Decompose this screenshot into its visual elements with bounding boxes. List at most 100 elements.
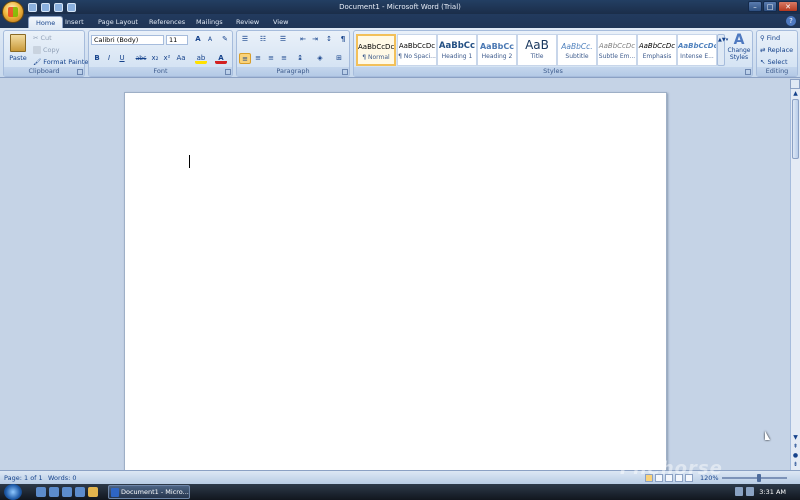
zoom-slider-knob[interactable] bbox=[757, 474, 762, 482]
highlight-icon[interactable]: ab bbox=[195, 53, 207, 64]
clipboard-launcher-icon[interactable] bbox=[77, 69, 83, 75]
borders-icon[interactable]: ⊞ bbox=[333, 53, 345, 64]
copy-button[interactable]: Copy bbox=[33, 46, 60, 54]
maximize-button[interactable]: □ bbox=[763, 1, 777, 12]
align-right-icon[interactable]: ≡ bbox=[265, 53, 277, 64]
office-logo-icon bbox=[8, 7, 18, 17]
align-center-icon[interactable]: ≡ bbox=[252, 53, 264, 64]
style-heading-2[interactable]: AaBbCc Heading 2 bbox=[477, 34, 517, 66]
previous-page-icon[interactable]: ⇞ bbox=[791, 442, 800, 451]
minimize-button[interactable]: – bbox=[748, 1, 762, 12]
change-styles-button[interactable]: A Change Styles bbox=[727, 33, 751, 61]
grow-font-icon[interactable]: A bbox=[192, 34, 204, 45]
shading-icon[interactable]: ◈ bbox=[314, 53, 326, 64]
paste-label: Paste bbox=[9, 54, 27, 62]
font-size-combo[interactable]: 11 bbox=[166, 35, 188, 45]
style-subtle-emphasis[interactable]: AaBbCcDc Subtle Em... bbox=[597, 34, 637, 66]
style-intense-emphasis[interactable]: AaBbCcDc Intense E... bbox=[677, 34, 717, 66]
tab-mailings[interactable]: Mailings bbox=[189, 16, 230, 28]
show-marks-icon[interactable]: ¶ bbox=[337, 34, 349, 45]
font-launcher-icon[interactable] bbox=[225, 69, 231, 75]
shrink-font-icon[interactable]: A bbox=[204, 34, 216, 45]
select-button[interactable]: ↖ Select bbox=[760, 58, 788, 66]
start-button[interactable] bbox=[4, 484, 22, 500]
decrease-indent-icon[interactable]: ⇤ bbox=[297, 34, 309, 45]
volume-icon[interactable] bbox=[746, 487, 754, 496]
style-sample: AaBbCcDc bbox=[598, 42, 636, 50]
tab-view[interactable]: View bbox=[266, 16, 295, 28]
paste-button[interactable]: Paste bbox=[7, 34, 29, 62]
close-button[interactable]: ✕ bbox=[778, 1, 798, 12]
increase-indent-icon[interactable]: ⇥ bbox=[309, 34, 321, 45]
styles-launcher-icon[interactable] bbox=[745, 69, 751, 75]
bold-button[interactable]: B bbox=[91, 53, 103, 64]
format-painter-button[interactable]: 🖌 Format Painter bbox=[33, 58, 91, 66]
media-player-icon[interactable] bbox=[75, 487, 85, 497]
multilevel-list-icon[interactable]: ☰ bbox=[277, 34, 289, 45]
tab-insert[interactable]: Insert bbox=[58, 16, 91, 28]
subscript-button[interactable]: x₂ bbox=[149, 53, 161, 64]
show-desktop-icon[interactable] bbox=[36, 487, 46, 497]
style-emphasis[interactable]: AaBbCcDc Emphasis bbox=[637, 34, 677, 66]
align-left-icon[interactable]: ≡ bbox=[239, 53, 251, 64]
binoculars-icon: ⚲ bbox=[760, 34, 765, 42]
vertical-scrollbar[interactable]: ▲ ▼ ⇞ ● ⇟ bbox=[790, 89, 800, 470]
select-icon: ↖ bbox=[760, 58, 766, 66]
style-name: ¶ Normal bbox=[362, 54, 390, 61]
folder-icon[interactable] bbox=[88, 487, 98, 497]
word-count[interactable]: Words: 0 bbox=[48, 474, 77, 482]
office-button[interactable] bbox=[2, 1, 24, 23]
style-name: Title bbox=[530, 53, 544, 60]
change-case-button[interactable]: Aa bbox=[175, 53, 187, 64]
document-page[interactable] bbox=[124, 92, 667, 472]
underline-button[interactable]: U bbox=[116, 53, 128, 64]
superscript-button[interactable]: x² bbox=[161, 53, 173, 64]
tab-references[interactable]: References bbox=[142, 16, 192, 28]
styles-scroll-icon[interactable]: ▲▼▾ bbox=[717, 34, 728, 66]
style-heading-1[interactable]: AaBbCc Heading 1 bbox=[437, 34, 477, 66]
change-styles-label: Change Styles bbox=[727, 47, 751, 61]
clipboard-group: Paste ✂ Cut Copy 🖌 Format Painter Clipboar… bbox=[3, 30, 91, 77]
browse-object-icon[interactable]: ● bbox=[791, 451, 800, 460]
sort-icon[interactable]: ↕ bbox=[323, 34, 335, 45]
browser-icon[interactable] bbox=[62, 487, 72, 497]
style-title[interactable]: AaB Title bbox=[517, 34, 557, 66]
clock[interactable]: 3:31 AM bbox=[759, 488, 786, 496]
scroll-thumb[interactable] bbox=[792, 99, 799, 159]
scroll-down-icon[interactable]: ▼ bbox=[791, 433, 800, 442]
editing-label: Editing bbox=[757, 67, 797, 76]
style-subtitle[interactable]: AaBbCc. Subtitle bbox=[557, 34, 597, 66]
cut-button[interactable]: ✂ Cut bbox=[33, 34, 52, 42]
replace-button[interactable]: ⇄ Replace bbox=[760, 46, 793, 54]
style-name: Intense E... bbox=[680, 53, 714, 60]
style-no-spacing[interactable]: AaBbCcDc ¶ No Spaci... bbox=[397, 34, 437, 66]
page-count[interactable]: Page: 1 of 1 bbox=[4, 474, 43, 482]
strikethrough-button[interactable]: abc bbox=[134, 53, 148, 64]
clear-formatting-icon[interactable]: ✎ bbox=[219, 34, 231, 45]
paragraph-launcher-icon[interactable] bbox=[342, 69, 348, 75]
taskbar-word-label: Document1 - Micro... bbox=[121, 488, 189, 496]
clipboard-label: Clipboard bbox=[4, 67, 84, 76]
scroll-up-icon[interactable]: ▲ bbox=[791, 89, 800, 98]
find-button[interactable]: ⚲ Find bbox=[760, 34, 780, 42]
next-page-icon[interactable]: ⇟ bbox=[791, 460, 800, 469]
styles-label: Styles bbox=[354, 67, 752, 76]
justify-icon[interactable]: ≡ bbox=[278, 53, 290, 64]
bullets-icon[interactable]: ☰ bbox=[239, 34, 251, 45]
tab-page-layout[interactable]: Page Layout bbox=[91, 16, 145, 28]
switch-windows-icon[interactable] bbox=[49, 487, 59, 497]
network-icon[interactable] bbox=[735, 487, 743, 496]
style-sample: AaBbCc bbox=[479, 42, 515, 51]
style-normal[interactable]: AaBbCcDc ¶ Normal bbox=[356, 34, 396, 66]
font-color-icon[interactable]: A bbox=[215, 53, 227, 64]
taskbar-word-document[interactable]: Document1 - Micro... bbox=[108, 485, 190, 499]
italic-button[interactable]: I bbox=[103, 53, 115, 64]
tab-review[interactable]: Review bbox=[229, 16, 266, 28]
replace-label: Replace bbox=[767, 46, 794, 54]
view-ruler-button[interactable] bbox=[790, 79, 800, 89]
font-name-combo[interactable]: Calibri (Body) bbox=[91, 35, 164, 45]
help-icon[interactable]: ? bbox=[786, 16, 796, 26]
zoom-slider[interactable] bbox=[722, 474, 787, 482]
numbering-icon[interactable]: ☷ bbox=[257, 34, 269, 45]
line-spacing-icon[interactable]: ↨ bbox=[294, 53, 306, 64]
